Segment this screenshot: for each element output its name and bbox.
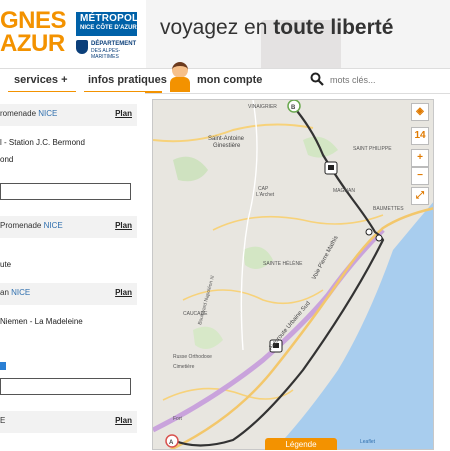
map-label-vinaigrier: VINAIGRIER xyxy=(248,104,277,110)
stop-2-plan-link[interactable]: Plan xyxy=(115,221,132,230)
nav-mon-compte[interactable]: mon compte xyxy=(197,74,262,86)
department-shield-icon xyxy=(76,40,88,54)
stop-header-1: romenade NICE Plan xyxy=(0,104,137,126)
stop-4-name: E xyxy=(0,416,6,425)
zoom-in-button[interactable]: + xyxy=(411,149,429,167)
stop-4-plan-link[interactable]: Plan xyxy=(115,416,132,425)
map-legend-tab[interactable]: Légende xyxy=(265,438,337,450)
stop-1-detail: l - Station J.C. Bermond xyxy=(0,138,85,147)
map-attribution[interactable]: Leaflet xyxy=(360,439,375,445)
stop-2-name: Promenade xyxy=(0,221,44,230)
stop-1-name: romenade xyxy=(0,109,39,118)
header: GNES AZUR MÉTROPOLE NICE CÔTE D'AZUR DÉP… xyxy=(0,0,450,68)
map-canvas[interactable]: B A VINAIGRIER Saint-Antoine Ginestière … xyxy=(153,100,434,450)
stop-header-3: an NICE Plan xyxy=(0,283,137,305)
stop-3-detail: Niemen - La Madeleine xyxy=(0,317,83,326)
department-line2: DES ALPES-MARITIMES xyxy=(91,48,121,60)
nav-infos-pratiques[interactable]: infos pratiques xyxy=(88,74,167,86)
stop-3-name: an xyxy=(0,288,12,297)
metropole-title: MÉTROPOLE xyxy=(80,13,146,24)
search-input[interactable] xyxy=(330,72,440,88)
map-label-ginestiere: Ginestière xyxy=(213,143,241,149)
map-marker-a-label: A xyxy=(169,440,174,446)
stop-header-2: Promenade NICE Plan xyxy=(0,216,137,238)
tagline-prefix: voyagez en xyxy=(160,16,274,39)
map-stop-dot[interactable] xyxy=(365,228,373,236)
search-icon[interactable] xyxy=(310,72,324,86)
stop-1-input[interactable] xyxy=(0,183,131,200)
map-label-saint-antoine: Saint-Antoine xyxy=(208,136,245,142)
map-label-sainte-helene: SAINTE HÉLÈNE xyxy=(263,260,303,267)
map-stop-dot[interactable] xyxy=(375,234,383,242)
map-right-margin xyxy=(436,99,450,450)
accessibility-icon xyxy=(0,362,6,370)
department-line1: DÉPARTEMENT xyxy=(91,41,137,47)
zoom-level-indicator: 14 xyxy=(411,127,429,145)
stop-header-4: E Plan xyxy=(0,411,137,433)
stop-1-detail-2: ond xyxy=(0,155,14,164)
fullscreen-icon[interactable]: ⤢ xyxy=(411,187,429,205)
stop-1-city: NICE xyxy=(38,109,58,118)
stop-2-city: NICE xyxy=(43,221,63,230)
metropole-logo[interactable]: MÉTROPOLE NICE CÔTE D'AZUR xyxy=(76,12,145,36)
metropole-subtitle: NICE CÔTE D'AZUR xyxy=(80,25,137,31)
zoom-out-button[interactable]: − xyxy=(411,167,429,185)
stop-3-city: NICE xyxy=(11,288,31,297)
stop-3-plan-link[interactable]: Plan xyxy=(115,288,132,297)
map-label-cemetery: Cimetière xyxy=(173,364,195,370)
map-label-baumettes: BAUMETTES xyxy=(373,206,404,212)
map-marker-b-label: B xyxy=(291,105,296,111)
itinerary-panel: romenade NICE Plan l - Station J.C. Berm… xyxy=(0,92,145,450)
stop-3-input[interactable] xyxy=(0,378,131,395)
layers-icon[interactable]: ◈ xyxy=(411,103,429,121)
map-label-fort: Fort xyxy=(173,416,183,422)
brand-logo[interactable]: GNES AZUR xyxy=(0,9,72,57)
map-label-magnan: MAGNAN xyxy=(333,188,355,194)
nav-services[interactable]: services + xyxy=(14,74,68,86)
brand-line2: AZUR xyxy=(0,30,65,57)
stop-1-plan-link[interactable]: Plan xyxy=(115,109,132,118)
tagline: voyagez en toute liberté xyxy=(160,16,393,40)
map-label-saint-philippe: SAINT PHILIPPE xyxy=(353,146,392,152)
map-label-archet: L'Archet xyxy=(256,192,275,198)
route-map[interactable]: B A VINAIGRIER Saint-Antoine Ginestière … xyxy=(152,99,434,450)
tagline-bold: toute liberté xyxy=(273,16,394,39)
map-label-orthodoxe: Russe Orthodoxe xyxy=(173,354,212,360)
stop-2-detail: ute xyxy=(0,260,12,269)
department-logo[interactable]: DÉPARTEMENT DES ALPES-MARITIMES xyxy=(76,40,146,60)
account-avatar-icon[interactable] xyxy=(168,62,192,92)
